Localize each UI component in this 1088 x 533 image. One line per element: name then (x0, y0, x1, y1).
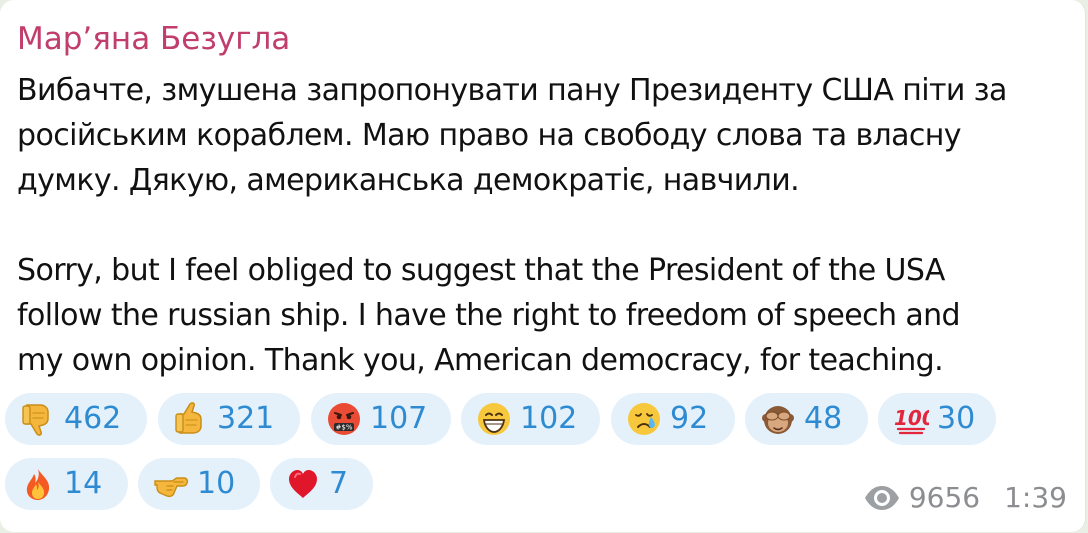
reaction-count: 10 (197, 466, 236, 501)
reaction-face-with-symbols[interactable]: #$% 107 (311, 393, 451, 445)
face-with-symbols-on-mouth-icon: #$% (326, 401, 362, 437)
fire-icon (20, 466, 56, 502)
message-meta: 9656 1:39 (863, 481, 1067, 515)
reaction-thumbs-down[interactable]: 462 (5, 393, 147, 445)
reaction-count: 102 (520, 401, 578, 436)
reaction-count: 48 (804, 401, 843, 436)
reaction-count: 30 (937, 401, 976, 436)
eye-icon (864, 486, 899, 510)
message-author[interactable]: Мар’яна Безугла (17, 20, 290, 58)
hundred-points-icon: 100 (893, 401, 929, 437)
reaction-grinning-face[interactable]: 102 (461, 393, 600, 445)
reaction-red-heart[interactable]: 7 (270, 458, 373, 510)
pointing-hand-icon (153, 466, 189, 502)
reaction-count: 321 (217, 401, 275, 436)
message-line: Sorry, but I feel obliged to suggest tha… (17, 253, 945, 288)
message-line: Вибачте, змушена запропонувати пану През… (17, 73, 1007, 108)
message-line: follow the russian ship. I have the righ… (17, 298, 961, 333)
reaction-pointing-hand[interactable]: 10 (138, 458, 260, 510)
reaction-see-no-evil-monkey[interactable]: 48 (745, 393, 868, 445)
crying-face-icon (626, 401, 662, 437)
thumbs-down-icon (20, 401, 56, 437)
see-no-evil-monkey-icon (760, 401, 796, 437)
thumbs-up-icon (173, 401, 209, 437)
message-line: my own opinion. Thank you, American demo… (17, 343, 944, 378)
red-heart-icon (285, 466, 321, 502)
reaction-count: 7 (329, 466, 349, 501)
reaction-count: 107 (370, 401, 428, 436)
svg-text:100: 100 (894, 406, 929, 430)
reaction-count: 462 (64, 401, 122, 436)
view-count: 9656 (908, 481, 981, 514)
reaction-thumbs-up[interactable]: 321 (158, 393, 300, 445)
message-text: Вибачте, змушена запропонувати пану През… (17, 68, 1072, 383)
reaction-crying-face[interactable]: 92 (611, 393, 735, 445)
grinning-face-icon (476, 401, 512, 437)
reaction-count: 14 (64, 466, 103, 501)
reaction-hundred-points[interactable]: 100 30 (878, 393, 996, 445)
reaction-fire[interactable]: 14 (5, 458, 128, 510)
message-time: 1:39 (1004, 481, 1067, 514)
message-line: російським кораблем. Маю право на свобод… (17, 118, 962, 153)
svg-text:#$%: #$% (336, 424, 353, 432)
message-line: думку. Дякую, американська демократіє, н… (17, 163, 800, 198)
reaction-count: 92 (670, 401, 709, 436)
message-bubble: Мар’яна Безугла Вибачте, змушена запропо… (0, 0, 1086, 532)
